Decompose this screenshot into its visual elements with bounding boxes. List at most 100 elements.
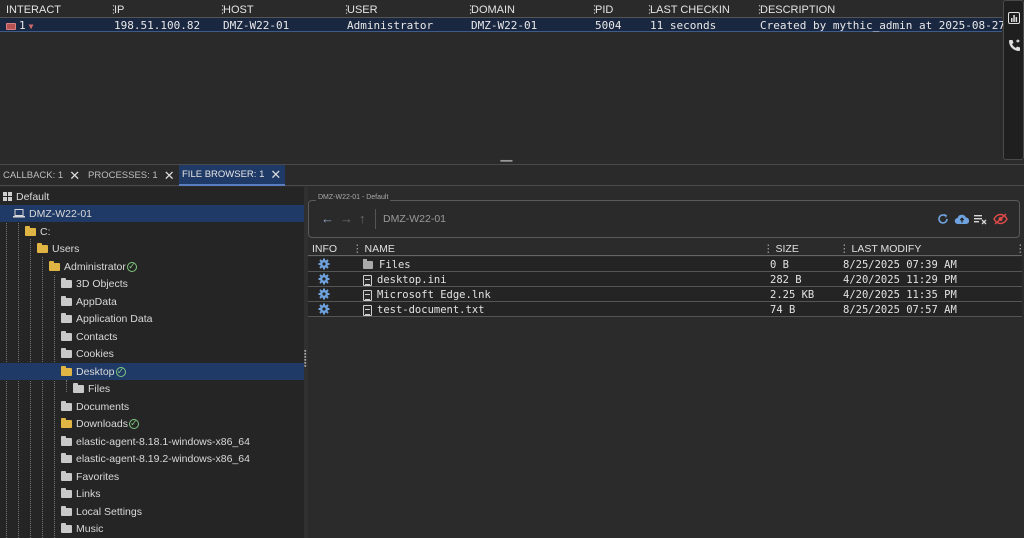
tree-item-elastic-agent-8181[interactable]: elastic-agent-8.18.1-windows-x86_64 (61, 433, 250, 450)
tree-item-music[interactable]: Music (61, 520, 103, 537)
tree-item-label: Links (76, 487, 101, 500)
tree-item-contacts[interactable]: Contacts (61, 328, 117, 345)
divider (375, 209, 376, 229)
file-row[interactable]: Microsoft Edge.lnk 2.25 KB 4/20/2025 11:… (308, 287, 1022, 302)
col-last-checkin[interactable]: LAST CHECKIN (644, 3, 730, 18)
cloud-upload-icon[interactable] (954, 211, 970, 227)
folder-open-icon (49, 260, 60, 271)
folder-icon (61, 452, 72, 463)
file-name: Microsoft Edge.lnk (377, 289, 491, 301)
col-interact[interactable]: INTERACT (6, 4, 61, 18)
folder-icon (61, 312, 72, 323)
file-modified: 8/25/2025 07:39 AM (843, 259, 957, 271)
path-input[interactable]: DMZ-W22-01 (383, 213, 446, 225)
laptop-icon (13, 209, 25, 218)
gear-icon[interactable] (318, 258, 330, 270)
folder-open-icon (25, 225, 36, 236)
col-name: NAME (364, 243, 395, 255)
check-circle-icon: ✓ (115, 366, 126, 377)
gear-icon[interactable] (318, 273, 330, 285)
tree-item-application-data[interactable]: Application Data (61, 310, 152, 327)
tree-root-default[interactable]: Default (3, 188, 49, 205)
col-description[interactable]: DESCRIPTION (754, 3, 835, 18)
tree-item-3d-objects[interactable]: 3D Objects (61, 275, 128, 292)
close-icon[interactable]: ✕ (164, 168, 175, 184)
col-size-wrap[interactable]: ⋮ SIZE (763, 243, 799, 255)
file-size: 0 B (770, 259, 789, 271)
tree-item-links[interactable]: Links (61, 485, 101, 502)
col-user[interactable]: USER (341, 3, 377, 18)
phone-forward-icon[interactable] (1007, 38, 1021, 52)
file-modified: 4/20/2025 11:29 PM (843, 274, 957, 286)
col-last-modify-wrap[interactable]: ⋮ LAST MODIFY (839, 243, 921, 255)
tree-item-label: Music (76, 522, 104, 535)
folder-icon (73, 382, 84, 393)
tree-item-downloads[interactable]: Downloads ✓ (61, 415, 139, 432)
gear-icon[interactable] (318, 303, 330, 315)
col-host[interactable]: HOST (217, 3, 253, 18)
tree-item-label: elastic-agent-8.19.2-windows-x86_64 (76, 452, 250, 465)
check-circle-icon: ✓ (128, 418, 139, 429)
tree-item-files[interactable]: Files (73, 380, 110, 397)
tree-item-appdata[interactable]: AppData (61, 293, 117, 310)
callback-row[interactable]: 1 ▼ 198.51.100.82 DMZ-W22-01 Administrato… (0, 18, 1024, 32)
file-size: 2.25 KB (770, 289, 815, 301)
tree-item-label: AppData (76, 295, 117, 308)
tree-guide (42, 257, 43, 538)
file-name: Files (379, 259, 411, 271)
refresh-icon[interactable] (935, 211, 951, 227)
tree-item-local-settings[interactable]: Local Settings (61, 503, 142, 520)
tree-item-desktop[interactable]: Desktop ✓ (0, 363, 304, 380)
folder-icon (61, 435, 72, 446)
tree-host-label: DMZ-W22-01 (29, 207, 93, 220)
col-info[interactable]: INFO (312, 243, 337, 255)
col-name-wrap[interactable]: ⋮ NAME (352, 243, 395, 255)
folder-open-icon (61, 365, 72, 376)
callback-user: Administrator (347, 19, 434, 32)
col-size: SIZE (775, 243, 799, 255)
file-name-cell: desktop.ini (363, 274, 447, 286)
tab-callback[interactable]: CALLBACK: 1 ✕ (0, 165, 82, 186)
file-row[interactable]: desktop.ini 282 B 4/20/2025 11:29 PM (308, 272, 1022, 287)
callback-description: Created by mythic_admin at 2025-08-27 19 (760, 19, 1024, 32)
col-domain[interactable]: DOMAIN (465, 3, 515, 18)
tab-file-browser[interactable]: FILE BROWSER: 1 ✕ (179, 165, 285, 186)
folder-open-icon (37, 242, 48, 253)
column-menu-icon[interactable]: ⋮ (1015, 243, 1024, 255)
tree-item-label: 3D Objects (76, 277, 128, 290)
tree-item-label: Cookies (76, 347, 114, 360)
tree-item-favorites[interactable]: Favorites (61, 468, 119, 485)
interact-cell[interactable]: 1 ▼ (6, 19, 33, 32)
arrow-up-icon[interactable]: ↑ (359, 211, 366, 226)
file-row[interactable]: test-document.txt 74 B 8/25/2025 07:57 A… (308, 302, 1022, 317)
tree-drive-c[interactable]: C: (25, 223, 51, 240)
tree-item-elastic-agent-8192[interactable]: elastic-agent-8.19.2-windows-x86_64 (61, 450, 250, 467)
file-modified: 4/20/2025 11:35 PM (843, 289, 957, 301)
arrow-left-icon[interactable]: ← (321, 211, 334, 226)
close-icon[interactable]: ✕ (69, 168, 80, 184)
tab-processes-label: PROCESSES: 1 (88, 170, 158, 181)
arrow-right-icon[interactable]: → (340, 211, 353, 226)
callback-pid: 5004 (595, 19, 622, 32)
file-row[interactable]: Files 0 B 8/25/2025 07:39 AM (308, 257, 1022, 272)
tree-users-label: Users (52, 242, 80, 255)
vertical-splitter-handle[interactable]: ▪ ▪ ▪ ▪ ▪ ▪ (304, 187, 308, 538)
chevron-down-icon[interactable]: ▼ (29, 22, 34, 31)
bar-chart-icon[interactable] (1007, 11, 1021, 25)
file-name-cell: Files (363, 259, 411, 271)
tree-item-documents[interactable]: Documents (61, 398, 129, 415)
gear-icon[interactable] (318, 288, 330, 300)
file-name-cell: Microsoft Edge.lnk (363, 289, 491, 301)
tree-item-cookies[interactable]: Cookies (61, 345, 114, 362)
tab-processes[interactable]: PROCESSES: 1 ✕ (85, 165, 177, 186)
tree-users[interactable]: Users (37, 240, 79, 257)
clear-list-icon[interactable] (973, 211, 989, 227)
tree-host[interactable]: DMZ-W22-01 (0, 205, 304, 222)
folder-icon (61, 487, 72, 498)
eye-off-icon[interactable] (992, 211, 1008, 227)
file-name-cell: test-document.txt (363, 304, 484, 316)
close-icon[interactable]: ✕ (270, 167, 281, 183)
col-ip[interactable]: IP (108, 3, 125, 18)
col-pid[interactable]: PID (589, 3, 613, 18)
tree-administrator[interactable]: Administrator ✓ (49, 258, 137, 275)
